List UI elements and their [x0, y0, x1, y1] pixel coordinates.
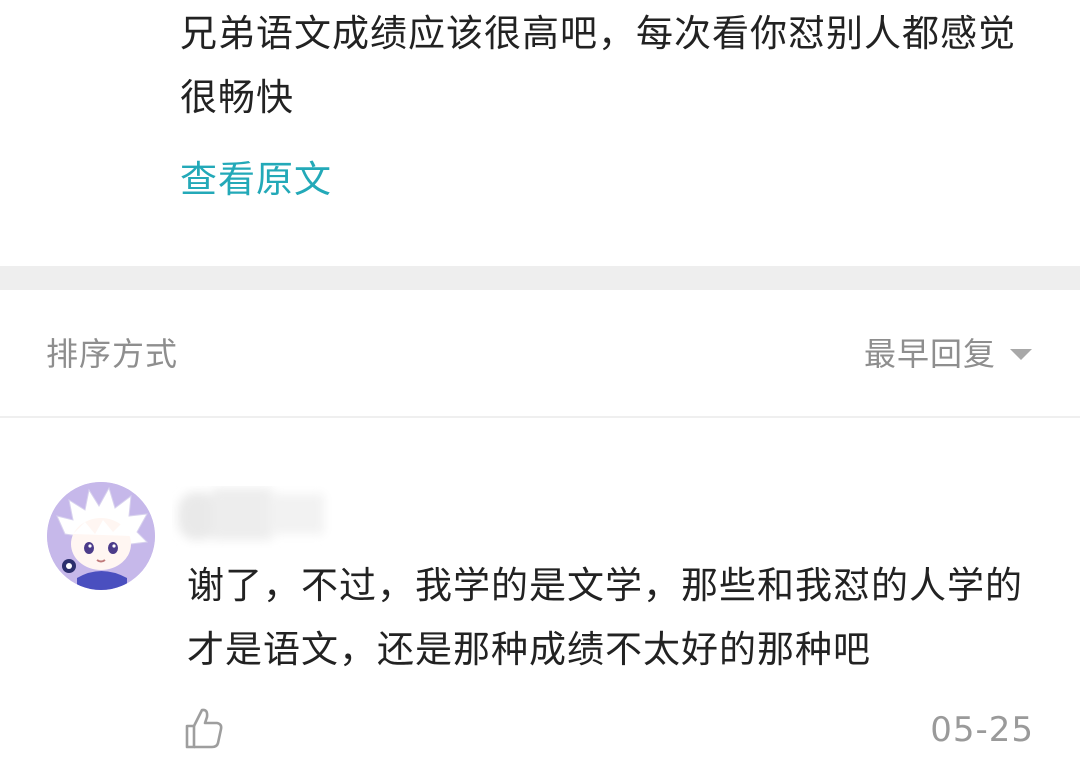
redaction-blur [178, 488, 324, 540]
view-original-link[interactable]: 查看原文 [180, 150, 332, 210]
sort-selected-value: 最早回复 [863, 335, 996, 373]
reply-date: 05-25 [930, 710, 1034, 750]
thumbs-up-icon[interactable] [184, 706, 224, 750]
sort-bar: 排序方式 最早回复 [0, 290, 1080, 418]
avatar-illustration [47, 482, 155, 590]
original-post-text: 兄弟语文成绩应该很高吧，每次看你怼别人都感觉很畅快 [180, 12, 1016, 119]
original-post: 兄弟语文成绩应该很高吧，每次看你怼别人都感觉很畅快 查看原文 [0, 0, 1080, 266]
section-divider [0, 266, 1080, 290]
like-icon-glyph [185, 708, 223, 749]
sort-label: 排序方式 [46, 335, 179, 373]
chevron-down-icon [1010, 348, 1032, 360]
username-redacted[interactable] [172, 486, 332, 548]
reply-item: 谢了，不过，我学的是文学，那些和我怼的人学的才是语文，还是那种成绩不太好的那种吧… [0, 418, 1080, 784]
reply-text: 谢了，不过，我学的是文学，那些和我怼的人学的才是语文，还是那种成绩不太好的那种吧 [187, 564, 1023, 671]
user-avatar[interactable] [47, 482, 155, 590]
sort-order-dropdown[interactable]: 最早回复 [864, 330, 1032, 378]
